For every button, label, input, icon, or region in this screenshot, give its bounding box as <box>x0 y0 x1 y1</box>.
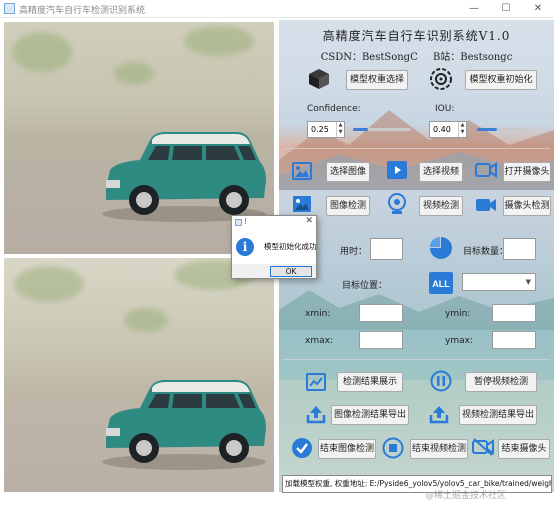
target-count-label: 目标数量： <box>463 247 509 257</box>
car-image <box>102 132 266 222</box>
window-titlebar: 高精度汽车自行车检测识别系统 — ☐ ✕ <box>0 0 554 18</box>
dialog-message: 模型初始化成功 <box>264 242 317 251</box>
open-camera-button[interactable]: 打开摄像头 <box>503 162 551 182</box>
ok-button[interactable]: OK <box>270 266 312 277</box>
check-circle-icon[interactable] <box>291 437 313 459</box>
ymax-label: ymax: <box>445 336 473 346</box>
app-icon <box>4 3 15 14</box>
ymax-field <box>492 331 536 349</box>
info-dialog: ! ✕ i 模型初始化成功 OK <box>231 215 317 279</box>
ymin-field <box>492 304 536 322</box>
xmax-field <box>359 331 403 349</box>
init-weights-button[interactable]: 模型权重初始化 <box>465 70 537 90</box>
camera-off-icon[interactable] <box>472 438 494 456</box>
watermark-text: @稀土掘金技术社区 <box>425 491 507 501</box>
all-icon: ALL <box>429 272 453 294</box>
section-divider <box>283 148 550 149</box>
svg-text:ALL: ALL <box>432 279 450 289</box>
line-chart-icon[interactable] <box>306 373 326 391</box>
webcam-icon[interactable] <box>387 193 407 215</box>
target-count-field <box>503 238 536 260</box>
car-image <box>102 380 266 470</box>
spin-arrows[interactable]: ▲ ▼ <box>336 122 344 137</box>
stop-video-detect-button[interactable]: 结束视频检测 <box>410 439 468 459</box>
time-label: 用时： <box>340 247 368 257</box>
stop-image-detect-button[interactable]: 结束图像检测 <box>318 439 376 459</box>
iou-slider[interactable] <box>477 128 527 131</box>
window-title: 高精度汽车自行车检测识别系统 <box>19 6 146 16</box>
app-title: 高精度汽车自行车识别系统V1.0 <box>322 29 511 43</box>
camera-icon[interactable] <box>475 162 497 178</box>
bilibili-label: B站：Bestsongc <box>432 52 513 63</box>
pie-chart-icon <box>430 237 452 259</box>
video-detect-button[interactable]: 视频检测 <box>419 196 463 216</box>
dialog-body: i 模型初始化成功 <box>232 230 317 264</box>
author-credits: CSDN：BestSongC B站：Bestsongc <box>279 48 554 63</box>
xmin-label: xmin: <box>305 309 331 319</box>
pause-video-button[interactable]: 暂停视频检测 <box>465 372 537 392</box>
chevron-down-icon[interactable]: ▼ <box>526 278 531 286</box>
export-icon[interactable] <box>306 404 326 424</box>
iou-spinbox[interactable]: 0.40 ▲ ▼ <box>429 121 467 138</box>
close-button[interactable]: ✕ <box>522 0 554 18</box>
target-select[interactable]: ▼ <box>462 273 536 291</box>
select-video-button[interactable]: 选择视频 <box>419 162 463 182</box>
confidence-slider[interactable] <box>353 128 411 131</box>
confidence-slider-fill <box>353 128 368 131</box>
dialog-title: ! <box>244 217 248 226</box>
stop-camera-button[interactable]: 结束摄像头 <box>498 439 550 459</box>
minimize-button[interactable]: — <box>458 0 490 18</box>
export-icon[interactable] <box>429 404 449 424</box>
iou-value[interactable]: 0.40 <box>433 125 451 134</box>
confidence-spinbox[interactable]: 0.25 ▲ ▼ <box>307 121 345 138</box>
maximize-button[interactable]: ☐ <box>490 0 522 18</box>
cube-icon[interactable] <box>307 67 331 91</box>
dialog-titlebar: ! ✕ <box>232 216 316 230</box>
export-image-results-button[interactable]: 图像检测结果导出 <box>331 405 409 425</box>
time-field <box>370 238 403 260</box>
app-icon <box>235 219 242 226</box>
dialog-close-button[interactable]: ✕ <box>305 216 313 226</box>
camera-detect-button[interactable]: 摄像头检测 <box>503 196 551 216</box>
section-divider <box>283 359 550 360</box>
control-panel: 高精度汽车自行车识别系统V1.0 CSDN：BestSongC B站：Bests… <box>279 20 554 492</box>
confidence-value[interactable]: 0.25 <box>311 125 329 134</box>
csdn-label: CSDN：BestSongC <box>320 52 418 63</box>
select-image-button[interactable]: 选择图像 <box>326 162 370 182</box>
spin-arrows[interactable]: ▲ ▼ <box>458 122 466 137</box>
video-icon[interactable] <box>386 160 408 180</box>
iou-label: IOU: <box>435 104 455 114</box>
xmax-label: xmax: <box>305 336 333 346</box>
image-detect-icon[interactable] <box>292 195 312 213</box>
export-video-results-button[interactable]: 视频检测结果导出 <box>459 405 537 425</box>
xmin-field <box>359 304 403 322</box>
info-icon: i <box>236 238 254 256</box>
video-camera-icon[interactable] <box>475 197 497 213</box>
status-message: 加载模型权重, 权重地址: E:/Pyside6_yolov5/yolov5_c… <box>282 475 552 493</box>
confidence-label: Confidence: <box>307 104 361 114</box>
settings-target-icon[interactable] <box>429 67 453 91</box>
pause-icon[interactable] <box>430 370 452 392</box>
section-divider <box>283 222 550 223</box>
select-weights-button[interactable]: 模型权重选择 <box>346 70 408 90</box>
iou-slider-fill <box>477 128 497 131</box>
ymin-label: ymin: <box>445 309 471 319</box>
image-detect-button[interactable]: 图像检测 <box>326 196 370 216</box>
target-position-label: 目标位置： <box>342 281 388 291</box>
stop-circle-icon[interactable] <box>382 437 404 459</box>
result-image-panel <box>4 258 274 492</box>
image-icon[interactable] <box>292 162 312 180</box>
show-results-button[interactable]: 检测结果展示 <box>337 372 403 392</box>
